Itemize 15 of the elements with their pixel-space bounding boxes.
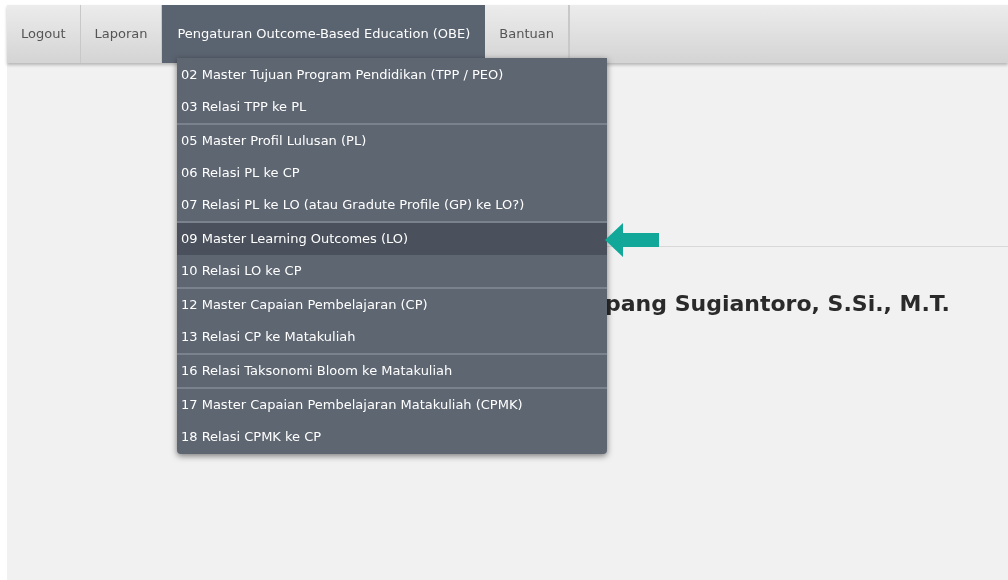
menu-item[interactable]: 06 Relasi PL ke CP: [177, 157, 607, 189]
page-heading: pang Sugiantoro, S.Si., M.T.: [605, 290, 950, 318]
menu-item[interactable]: 10 Relasi LO ke CP: [177, 255, 607, 287]
nav-tab[interactable]: Logout: [7, 5, 81, 63]
nav-tab[interactable]: Pengaturan Outcome-Based Education (OBE): [162, 5, 486, 63]
menu-item[interactable]: 16 Relasi Taksonomi Bloom ke Matakuliah: [177, 355, 607, 387]
arrow-icon: [605, 223, 659, 257]
menu-item[interactable]: 09 Master Learning Outcomes (LO): [177, 223, 607, 255]
menu-item[interactable]: 12 Master Capaian Pembelajaran (CP): [177, 289, 607, 321]
menu-item[interactable]: 13 Relasi CP ke Matakuliah: [177, 321, 607, 353]
menu-item[interactable]: 03 Relasi TPP ke PL: [177, 91, 607, 123]
menu-item[interactable]: 18 Relasi CPMK ke CP: [177, 421, 607, 453]
menu-item[interactable]: 05 Master Profil Lulusan (PL): [177, 125, 607, 157]
menu-item[interactable]: 07 Relasi PL ke LO (atau Gradute Profile (GP) ke LO?): [177, 189, 607, 221]
menu-item[interactable]: 17 Master Capaian Pembelajaran Matakuliah (CPMK): [177, 389, 607, 421]
